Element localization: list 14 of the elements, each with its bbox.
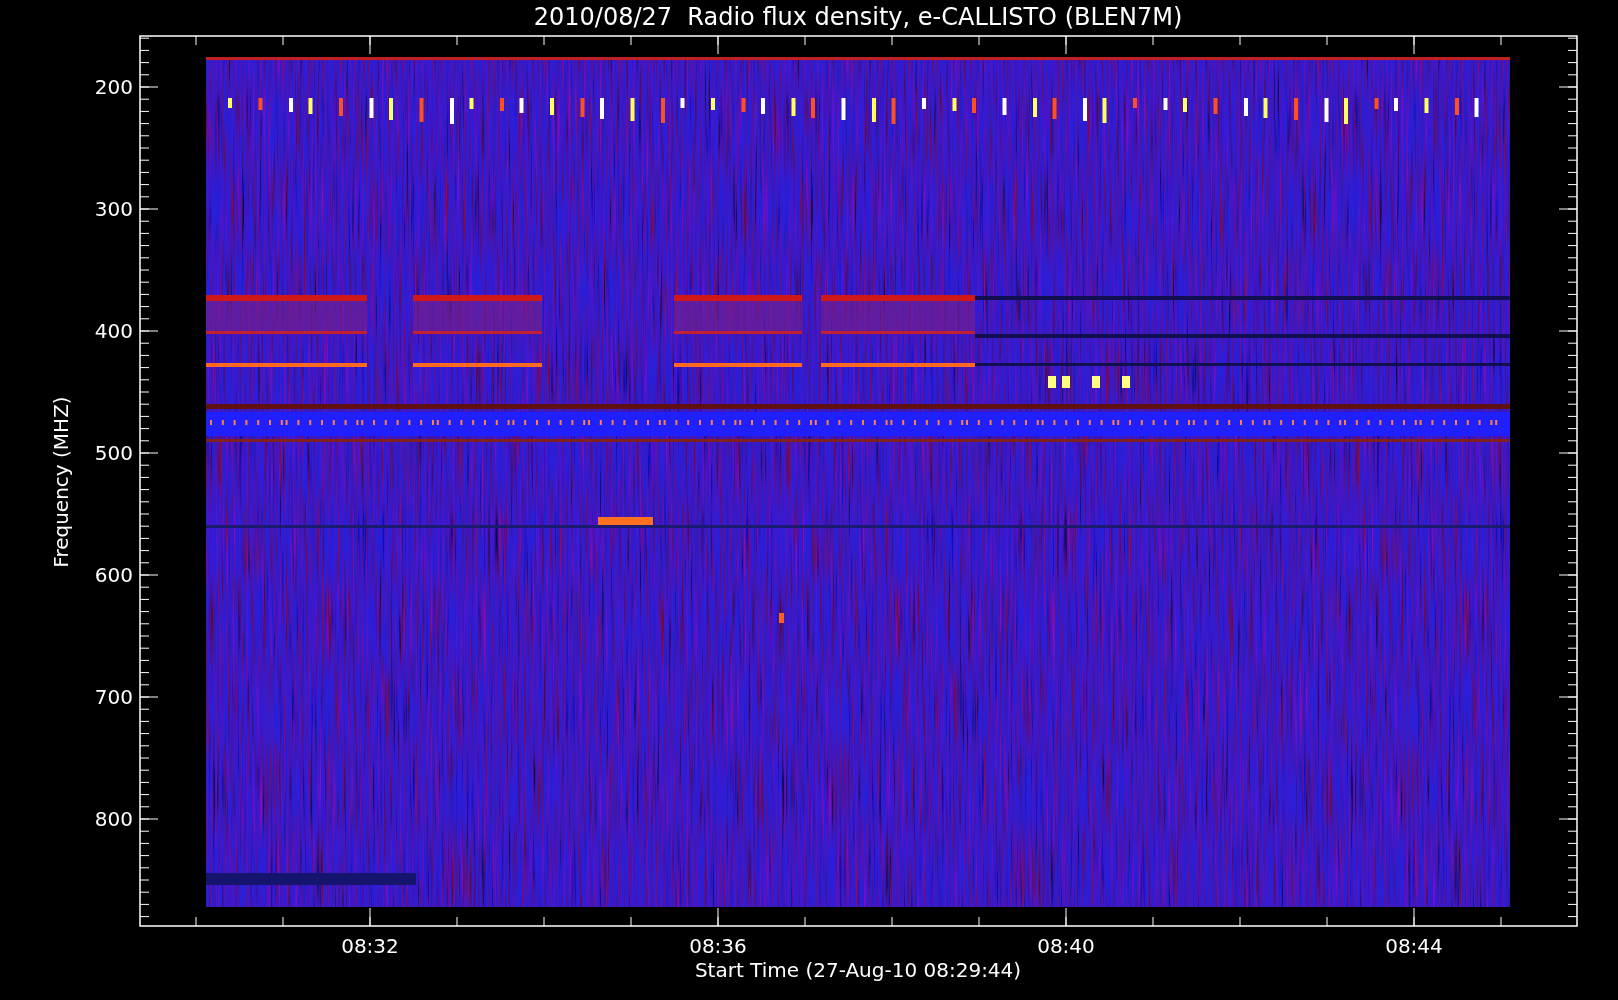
x-tick-label: 08:40	[1037, 934, 1095, 958]
x-tick-label: 08:36	[689, 934, 747, 958]
chart-title: 2010/08/27 Radio flux density, e-CALLISTO (BLEN7M)	[533, 3, 1183, 31]
y-tick-label: 700	[94, 685, 133, 709]
x-tick-label: 08:44	[1385, 934, 1443, 958]
y-tick-label: 500	[94, 441, 133, 465]
y-axis-label: Frequency (MHZ)	[49, 396, 73, 568]
y-tick-label: 400	[94, 319, 133, 343]
y-tick-label: 800	[94, 807, 133, 831]
y-tick-label: 600	[94, 563, 133, 587]
x-tick-label: 08:32	[341, 934, 399, 958]
x-axis-label: Start Time (27-Aug-10 08:29:44)	[694, 958, 1022, 982]
y-tick-label: 300	[94, 197, 133, 221]
y-tick-label: 200	[94, 75, 133, 99]
